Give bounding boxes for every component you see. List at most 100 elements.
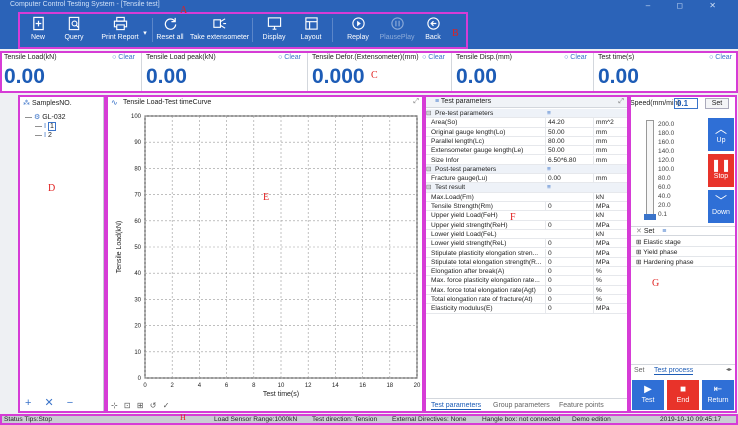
y-tick-label: 30 — [134, 297, 141, 303]
x-tick-label: 10 — [278, 383, 285, 389]
y-tick-label: 0 — [138, 376, 142, 382]
pause-play-button[interactable]: PlausePlay — [378, 14, 416, 47]
replay-button[interactable]: Replay — [342, 14, 374, 47]
param-value[interactable]: 0 — [545, 248, 593, 258]
scale-tick-label: 80.0 — [658, 175, 671, 182]
collapse-icon[interactable]: ⊟ — [426, 109, 432, 118]
tree-child-node[interactable]: — Ⅰ 2 — [35, 131, 52, 139]
stop-button[interactable]: ❚❚ Stop — [708, 154, 734, 187]
param-value[interactable]: 0 — [545, 304, 593, 314]
tab-test-process[interactable]: Test process — [654, 367, 694, 375]
params-row: Elasticity modulus(E) 0 MPa — [425, 304, 628, 314]
phase-yield[interactable]: ⊞ Yield phase — [630, 248, 735, 257]
set-tab[interactable]: ✕ Set ≡ — [630, 226, 735, 236]
status-direction: Test direction: Tension — [312, 416, 378, 423]
query-button[interactable]: Query — [60, 14, 88, 47]
param-value[interactable]: 0 — [545, 285, 593, 295]
param-value[interactable]: 0.00 — [545, 174, 593, 184]
param-value[interactable]: 0 — [545, 239, 593, 249]
params-group-row[interactable]: Post-test parameters ≡ ⊟ — [425, 164, 628, 175]
new-button[interactable]: New — [24, 14, 52, 47]
tab-group-parameters[interactable]: Group parameters — [493, 402, 550, 409]
window-title: Computer Control Testing System - [Tensi… — [10, 1, 160, 8]
param-unit: mm — [593, 146, 628, 156]
tree-actions[interactable]: + ✕ − — [25, 396, 78, 409]
monitor-icon — [258, 14, 290, 34]
scale-tick-label: 180.0 — [658, 130, 675, 137]
param-value[interactable]: 0 — [545, 295, 593, 304]
x-tick-label: 12 — [305, 383, 312, 389]
param-unit: MPa — [593, 202, 628, 211]
x-axis-label: Test time(s) — [263, 391, 299, 398]
up-button[interactable]: ︿ Up — [708, 118, 734, 151]
params-header: ≡ Test parameters — [425, 96, 628, 108]
tree-child-node[interactable]: — Ⅰ 1 — [35, 122, 56, 131]
param-value[interactable]: 6.50*6.80 — [545, 155, 593, 165]
speed-label: Speed(mm/min) — [630, 100, 680, 107]
tree-root-node[interactable]: — ⚙ GL-032 — [25, 113, 66, 121]
param-value[interactable]: 0 — [545, 202, 593, 211]
clear-button[interactable]: ○ Clear — [278, 54, 301, 61]
down-button[interactable]: ﹀ Down — [708, 190, 734, 223]
set-speed-button[interactable]: Set — [705, 98, 729, 109]
slider-handle[interactable] — [644, 214, 656, 220]
param-name: Max. force total elongation rate(Agt) — [431, 286, 536, 294]
take-extensometer-button[interactable]: Take extensometer — [190, 14, 249, 47]
param-value[interactable]: 0 — [545, 276, 593, 286]
expand-icon[interactable]: ⤢ — [618, 98, 624, 106]
param-value[interactable]: 50.00 — [545, 146, 593, 156]
param-value[interactable]: 50.00 — [545, 127, 593, 137]
param-value[interactable]: 0 — [545, 220, 593, 230]
y-tick-label: 10 — [134, 350, 141, 356]
param-value[interactable]: 80.00 — [545, 136, 593, 146]
collapse-icon[interactable]: ⊟ — [426, 165, 432, 174]
param-value[interactable]: 0 — [545, 267, 593, 277]
param-name: Lower yield Load(FeL) — [431, 230, 497, 238]
params-group-row[interactable]: Test result ≡ ⊟ — [425, 183, 628, 193]
pause-icon: ❚❚ — [710, 158, 732, 172]
clear-button[interactable]: ○ Clear — [709, 54, 732, 61]
return-button[interactable]: ⇤ Return — [702, 380, 734, 410]
y-tick-label: 50 — [134, 245, 141, 251]
param-unit: % — [593, 276, 628, 286]
chart-plot: 0 2 4 6 8 10 12 14 16 18 20 0 10 20 30 40 50 60 70 80 90 100 T… — [116, 114, 421, 398]
end-button[interactable]: ■ End — [667, 380, 699, 410]
speed-slider[interactable] — [646, 120, 654, 220]
phase-hardening[interactable]: ⊞ Hardening phase — [630, 258, 735, 267]
y-axis-label: Tensile Load(kN) — [116, 221, 123, 274]
x-tick-label: 16 — [359, 383, 366, 389]
params-group-row[interactable]: Pre-test parameters ≡ ⊟ — [425, 109, 628, 119]
test-button[interactable]: ▶ Test — [632, 380, 664, 410]
x-tick-label: 14 — [332, 383, 339, 389]
tab-scroll-icon[interactable]: ◂▸ — [726, 366, 732, 373]
layout-button[interactable]: Layout — [296, 14, 326, 47]
query-icon — [60, 14, 88, 34]
collapse-icon[interactable]: ⊟ — [426, 183, 432, 192]
x-tick-label: 18 — [386, 383, 393, 389]
sample-tree-panel: ⁂ SamplesNO. — ⚙ GL-032 — Ⅰ 1 — Ⅰ 2 + ✕ … — [18, 95, 104, 413]
reset-all-button[interactable]: Reset all — [154, 14, 186, 47]
param-value[interactable]: 44.20 — [545, 118, 593, 128]
phase-elastic[interactable]: ⊞ Elastic stage — [630, 238, 735, 247]
clear-button[interactable]: ○ Clear — [564, 54, 587, 61]
test-parameters-panel: ≡ Test parameters ⤢ Pre-test parameters ≡… — [424, 95, 629, 413]
new-label: New — [30, 34, 45, 41]
param-value[interactable]: 0 — [545, 257, 593, 267]
tab-set[interactable]: Set — [634, 367, 645, 374]
reset-all-label: Reset all — [156, 34, 184, 41]
tab-feature-points[interactable]: Feature points — [559, 402, 604, 409]
marker-a: A — [180, 5, 188, 16]
display-button[interactable]: Display — [258, 14, 290, 47]
window-controls[interactable]: – ◻ ✕ — [646, 1, 728, 10]
param-unit: MPa — [593, 257, 628, 267]
speed-input[interactable]: 0.1 — [674, 98, 698, 109]
chart-toolbar[interactable]: ⊹ ⊡ ⊞ ↺ ✓ — [111, 401, 171, 410]
back-button[interactable]: Back — [420, 14, 446, 47]
y-tick-label: 40 — [134, 271, 141, 277]
clear-button[interactable]: ○ Clear — [422, 54, 445, 61]
print-dropdown-icon[interactable]: ▾ — [138, 29, 152, 39]
title-bar: Computer Control Testing System - [Tensi… — [0, 0, 738, 12]
clear-button[interactable]: ○ Clear — [112, 54, 135, 61]
tab-test-parameters[interactable]: Test parameters — [431, 402, 482, 410]
param-name: Size Infor — [431, 156, 459, 164]
